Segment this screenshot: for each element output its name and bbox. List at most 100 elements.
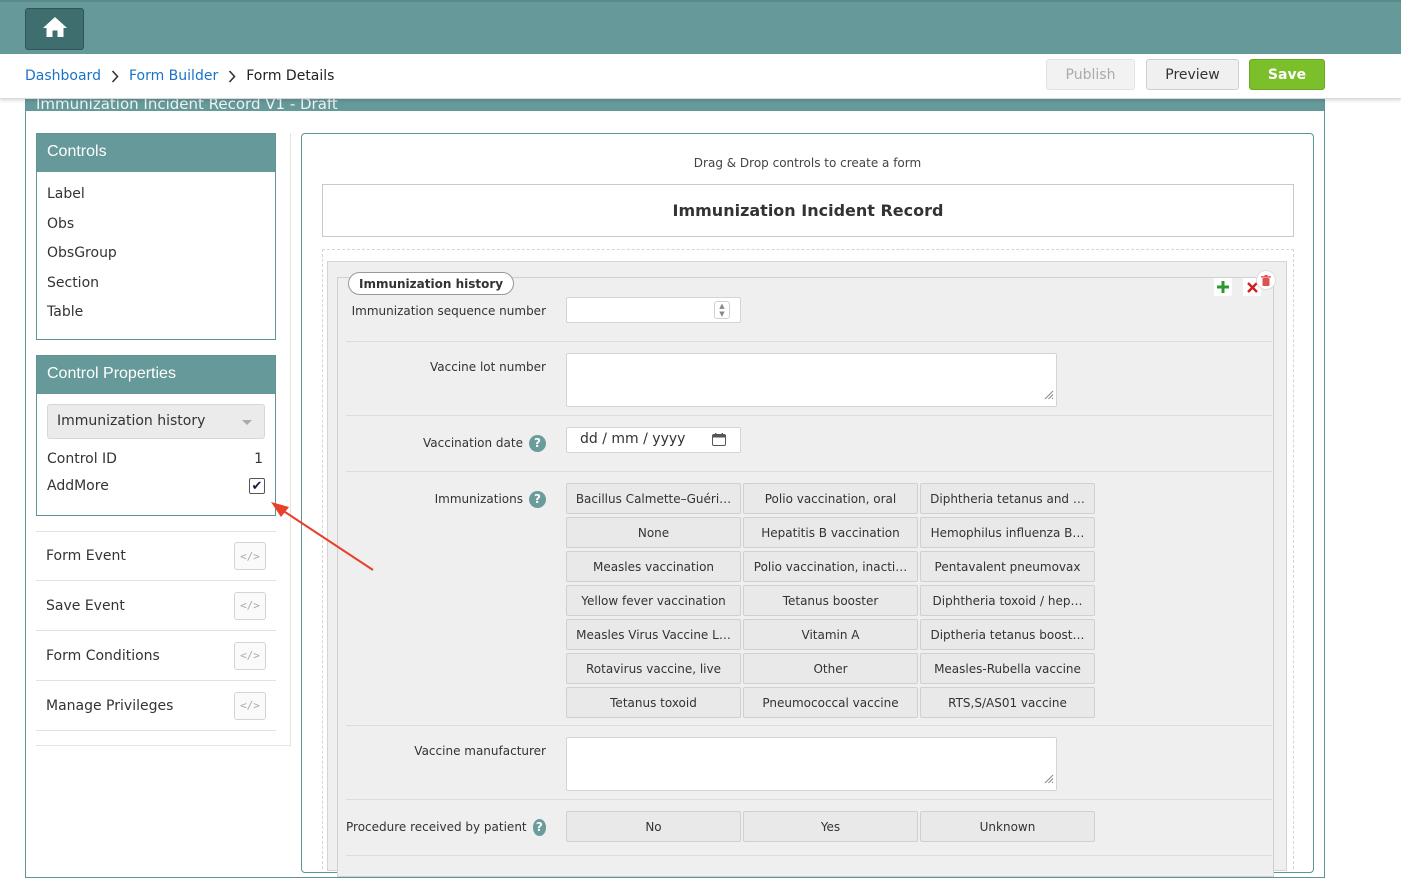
trash-icon (1261, 271, 1271, 290)
addmore-row: AddMore ✔ (47, 478, 265, 494)
vaccination-date-label: Vaccination date (423, 436, 523, 450)
left-column-bottom-rule (36, 745, 291, 746)
date-placeholder: dd / mm / yyyy (580, 431, 686, 447)
sequence-number-input[interactable]: ▲ ▼ (566, 297, 741, 323)
procedure-received-label: Procedure received by patient (346, 820, 527, 834)
immunization-option[interactable]: Measles-Rubella vaccine (920, 653, 1095, 684)
controls-panel-title: Controls (37, 134, 275, 172)
control-id-row: Control ID 1 (47, 451, 265, 467)
procedure-option-unknown[interactable]: Unknown (920, 811, 1095, 842)
immunization-option[interactable]: Pentavalent pneumovax (920, 551, 1095, 582)
caret-down-icon (242, 420, 252, 425)
code-icon[interactable]: </> (234, 542, 266, 570)
events-list: Form Event </> Save Event </> Form Condi… (36, 531, 276, 731)
procedure-received-label-row: Procedure received by patient ? (346, 816, 546, 838)
save-event-label: Save Event (46, 597, 125, 614)
save-event-row[interactable]: Save Event </> (36, 581, 276, 631)
immunization-option[interactable]: Tetanus booster (743, 585, 918, 616)
vaccination-date-input[interactable]: dd / mm / yyyy (566, 427, 741, 453)
form-event-row[interactable]: Form Event </> (36, 531, 276, 581)
row-divider (346, 799, 1272, 800)
immunizations-label-row: Immunizations ? (346, 488, 546, 510)
resize-grip-icon[interactable] (1044, 769, 1054, 788)
immunization-option[interactable]: Polio vaccination, oral (743, 483, 918, 514)
resize-grip-icon[interactable] (1044, 385, 1054, 404)
immunization-option[interactable]: Polio vaccination, inacti… (743, 551, 918, 582)
help-icon[interactable]: ? (529, 490, 546, 508)
code-icon[interactable]: </> (234, 691, 266, 720)
immunization-option[interactable]: Hemophilus influenza B… (920, 517, 1095, 548)
lot-number-textarea[interactable] (566, 353, 1057, 407)
control-properties-panel: Control Properties Immunization history … (36, 355, 276, 516)
home-icon (42, 15, 68, 43)
vaccination-date-label-row: Vaccination date ? (346, 432, 546, 454)
immunization-option[interactable]: Diphtheria tetanus and … (920, 483, 1095, 514)
form-name-label[interactable]: Immunization Incident Record (322, 184, 1294, 237)
home-button[interactable] (25, 8, 84, 50)
breadcrumb: Dashboard Form Builder Form Details (25, 68, 334, 84)
selected-control-dropdown[interactable]: Immunization history (47, 404, 265, 439)
delete-section-button[interactable] (1256, 270, 1276, 290)
left-column-divider (290, 133, 291, 745)
form-conditions-label: Form Conditions (46, 647, 160, 664)
chevron-right-icon (111, 69, 119, 83)
immunization-option[interactable]: Tetanus toxoid (566, 687, 741, 718)
form-event-label: Form Event (46, 548, 126, 564)
immunization-option[interactable]: Yellow fever vaccination (566, 585, 741, 616)
checkmark-icon: ✔ (251, 478, 263, 494)
manage-privileges-row[interactable]: Manage Privileges </> (36, 681, 276, 731)
sub-bar: Dashboard Form Builder Form Details Publ… (0, 54, 1401, 99)
immunization-option[interactable]: Diptheria tetanus boost… (920, 619, 1095, 650)
calendar-icon[interactable] (712, 433, 726, 450)
procedure-option-no[interactable]: No (566, 811, 741, 842)
stepper-icon[interactable]: ▲ ▼ (714, 301, 730, 319)
preview-button[interactable]: Preview (1146, 59, 1239, 90)
top-bar (0, 0, 1401, 54)
row-divider (346, 415, 1272, 416)
control-list: Label Obs ObsGroup Section Table (37, 172, 275, 336)
section-title[interactable]: Immunization history (348, 272, 515, 295)
control-item-obsgroup[interactable]: ObsGroup (47, 239, 265, 269)
selected-control-value: Immunization history (57, 413, 206, 429)
control-item-table[interactable]: Table (47, 298, 265, 328)
controls-panel: Controls Label Obs ObsGroup Section Tabl… (36, 133, 276, 340)
immunization-option[interactable]: Measles Virus Vaccine L… (566, 619, 741, 650)
breadcrumb-form-builder[interactable]: Form Builder (129, 68, 218, 84)
procedure-option-yes[interactable]: Yes (743, 811, 918, 842)
canvas-hint: Drag & Drop controls to create a form (693, 156, 922, 170)
save-button[interactable]: Save (1249, 59, 1325, 90)
immunization-option[interactable]: Measles vaccination (566, 551, 741, 582)
row-divider (346, 725, 1272, 726)
add-section-button[interactable] (1214, 278, 1232, 296)
row-divider (346, 855, 1272, 856)
control-properties-title: Control Properties (37, 356, 275, 394)
immunization-option[interactable]: Hepatitis B vaccination (743, 517, 918, 548)
control-id-value: 1 (254, 451, 263, 467)
plus-icon (1217, 278, 1229, 297)
breadcrumb-dashboard[interactable]: Dashboard (25, 68, 101, 84)
manage-privileges-label: Manage Privileges (46, 697, 174, 714)
addmore-checkbox[interactable]: ✔ (249, 478, 265, 494)
control-item-section[interactable]: Section (47, 269, 265, 299)
lot-number-label: Vaccine lot number (430, 360, 546, 374)
immunization-option[interactable]: Bacillus Calmette–Guéri… (566, 483, 741, 514)
publish-button[interactable]: Publish (1046, 59, 1135, 90)
code-icon[interactable]: </> (234, 641, 266, 670)
immunization-option[interactable]: Other (743, 653, 918, 684)
control-item-obs[interactable]: Obs (47, 210, 265, 240)
immunization-option[interactable]: Rotavirus vaccine, live (566, 653, 741, 684)
immunization-option[interactable]: Pneumococcal vaccine (743, 687, 918, 718)
immunization-option[interactable]: Vitamin A (743, 619, 918, 650)
help-icon[interactable]: ? (532, 818, 546, 836)
immunization-option[interactable]: RTS,S/AS01 vaccine (920, 687, 1095, 718)
control-item-label[interactable]: Label (47, 180, 265, 210)
immunization-option[interactable]: None (566, 517, 741, 548)
code-icon[interactable]: </> (234, 591, 266, 620)
form-conditions-row[interactable]: Form Conditions </> (36, 631, 276, 681)
manufacturer-label: Vaccine manufacturer (414, 744, 546, 758)
immunization-option[interactable]: Diphtheria toxoid / hep… (920, 585, 1095, 616)
help-icon[interactable]: ? (529, 434, 546, 452)
row-divider (346, 471, 1272, 472)
chevron-right-icon (228, 69, 236, 83)
manufacturer-textarea[interactable] (566, 737, 1057, 791)
